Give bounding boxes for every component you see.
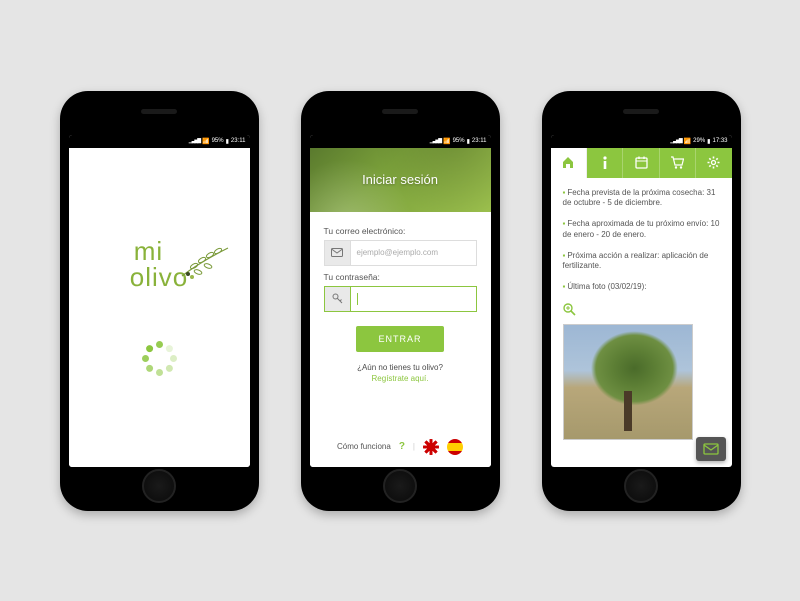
login-title: Iniciar sesión <box>362 172 438 187</box>
submit-button[interactable]: ENTRAR <box>356 326 443 352</box>
home-icon <box>561 156 575 169</box>
olive-branch-icon <box>180 242 234 282</box>
flag-es-icon[interactable] <box>447 439 463 455</box>
dash-item: ▪Fecha prevista de la próxima cosecha: 3… <box>563 188 720 210</box>
email-label: Tu correo electrónico: <box>324 226 477 236</box>
nav-calendar-button[interactable] <box>623 148 659 178</box>
dash-item: ▪Última foto (03/02/19): <box>563 282 720 293</box>
dash-item: ▪Próxima acción a realizar: aplicación d… <box>563 251 720 273</box>
email-field[interactable]: ejemplo@ejemplo.com <box>324 240 477 266</box>
phone-mock-dashboard: ▁▃▅▇ 📶 29% ▮ 17:33 ▪Fecha prevista <box>542 91 741 511</box>
top-nav <box>551 148 732 178</box>
email-input[interactable]: ejemplo@ejemplo.com <box>350 240 477 266</box>
signup-link[interactable]: Regístrate aquí. <box>372 374 429 383</box>
phone-mock-login: ▁▃▅▇ 📶 95% ▮ 23:11 Iniciar sesión Tu cor… <box>301 91 500 511</box>
dash-item: ▪Fecha aproximada de tu próximo envío: 1… <box>563 219 720 241</box>
password-input[interactable] <box>350 286 477 312</box>
nav-settings-button[interactable] <box>696 148 731 178</box>
mail-icon <box>703 443 719 455</box>
app-logo: mi olivo <box>130 238 188 290</box>
calendar-icon <box>635 156 648 169</box>
how-it-works-link[interactable]: Cómo funciona <box>337 442 391 451</box>
olive-tree-photo[interactable] <box>563 324 693 440</box>
info-icon <box>603 156 607 169</box>
status-bar: ▁▃▅▇ 📶 29% ▮ 17:33 <box>551 135 732 148</box>
message-fab[interactable] <box>696 437 726 461</box>
status-bar: ▁▃▅▇ 📶 95% ▮ 23:11 <box>310 135 491 148</box>
flag-uk-icon[interactable] <box>423 439 439 455</box>
password-field[interactable] <box>324 286 477 312</box>
key-icon <box>324 286 350 312</box>
help-icon[interactable]: ? <box>399 441 405 452</box>
mail-icon <box>324 240 350 266</box>
gear-icon <box>707 156 720 169</box>
loading-spinner-icon <box>141 340 177 376</box>
status-bar: ▁▃▅▇ 📶 95% ▮ 23:11 <box>69 135 250 148</box>
nav-home-button[interactable] <box>551 148 587 178</box>
phone-mock-splash: ▁▃▅▇ 📶 95% ▮ 23:11 mi olivo <box>60 91 259 511</box>
password-label: Tu contraseña: <box>324 272 477 282</box>
cart-icon <box>670 156 684 169</box>
signup-prompt: ¿Aún no tienes tu olivo? Regístrate aquí… <box>324 362 477 384</box>
login-hero: Iniciar sesión <box>310 148 491 212</box>
nav-info-button[interactable] <box>587 148 623 178</box>
zoom-in-icon[interactable] <box>563 303 576 316</box>
nav-cart-button[interactable] <box>660 148 696 178</box>
